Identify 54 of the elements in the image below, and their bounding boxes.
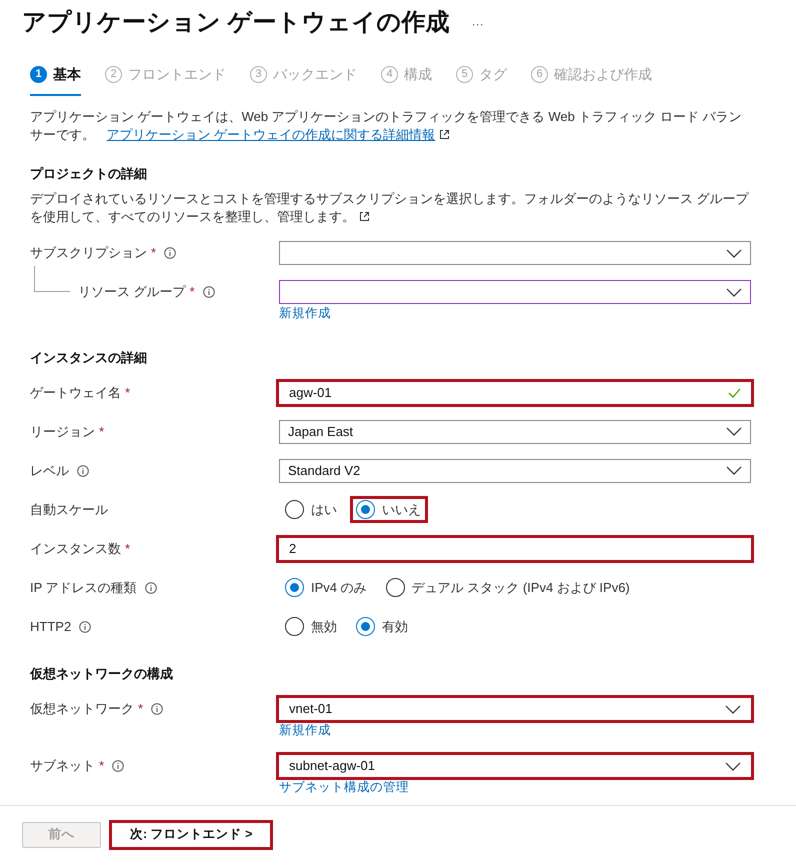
link[interactable]: 新規作成 (279, 304, 331, 322)
dropdown-field[interactable]: Japan East (279, 420, 751, 444)
external-link-icon (439, 129, 450, 140)
dropdown-field[interactable]: Standard V2 (279, 458, 751, 482)
required-asterisk: * (138, 700, 144, 718)
chevron-down-icon (725, 762, 741, 770)
radio-option[interactable]: いいえ (350, 496, 428, 524)
required-asterisk: * (99, 422, 104, 441)
field-label: 仮想ネットワーク (30, 700, 134, 718)
wizard-step-tab[interactable]: 1 基本 (30, 64, 81, 96)
field-label: ゲートウェイ名 (30, 384, 121, 402)
field-label: リージョン (30, 422, 95, 441)
page-title: アプリケーション ゲートウェイの作成 (22, 8, 450, 38)
chevron-down-icon (725, 704, 741, 714)
field-label: HTTP2 (30, 618, 72, 636)
field-label: IP アドレスの種類 (30, 578, 137, 597)
radio-option[interactable]: 無効 (279, 612, 344, 640)
section-description: デプロイされているリソースとコストを管理するサブスクリプションを選択します。フォルダーのようなリソース グループを使用して、すべてのリソースを整理し、管理します。 (30, 190, 750, 226)
required-asterisk: * (125, 540, 130, 558)
dropdown-field[interactable]: vnet-01 (276, 695, 754, 723)
tree-connector-line (34, 266, 70, 292)
required-asterisk: * (99, 757, 104, 776)
next-button[interactable]: 次: フロントエンド > (109, 820, 274, 850)
section-heading: プロジェクトの詳細 (30, 165, 148, 183)
external-link-icon (359, 210, 370, 222)
field-label: インスタンス数 (30, 540, 121, 558)
required-asterisk: * (151, 244, 156, 262)
section-heading: インスタンスの詳細 (30, 348, 148, 366)
dropdown-field[interactable] (279, 241, 751, 265)
link[interactable]: 新規作成 (279, 721, 331, 739)
dropdown-field[interactable]: subnet-agw-01 (276, 752, 754, 780)
field-label: リソース グループ (78, 283, 186, 302)
field-label: 自動スケール (30, 500, 108, 519)
learn-more-link[interactable]: アプリケーション ゲートウェイの作成に関する詳細情報 (106, 127, 436, 142)
radio-option[interactable]: IPv4 のみ (279, 574, 374, 602)
section-heading: 仮想ネットワークの構成 (30, 665, 174, 683)
input-field[interactable]: 2 (276, 534, 754, 562)
chevron-down-icon (726, 466, 742, 475)
radio-option[interactable]: はい (279, 496, 344, 524)
required-asterisk: * (190, 283, 195, 302)
chevron-down-icon (726, 288, 742, 296)
chevron-down-icon (726, 248, 742, 258)
radio-option[interactable]: 有効 (350, 612, 415, 640)
required-asterisk: * (125, 384, 130, 402)
field-label: レベル (30, 462, 69, 480)
dropdown-field[interactable] (279, 280, 751, 304)
field-label: サブスクリプション (30, 244, 147, 262)
chevron-down-icon (726, 427, 742, 436)
intro-text: アプリケーション ゲートウェイは、Web アプリケーションのトラフィックを管理できる Web トラフィック ロード バランサーです。 アプリケーション ゲートウェイの作成に関する詳細情報 (30, 108, 743, 144)
link[interactable]: サブネット構成の管理 (279, 778, 409, 796)
more-options-button[interactable]: ··· (472, 15, 484, 33)
field-label: サブネット (30, 757, 95, 776)
input-field[interactable]: agw-01 (276, 378, 754, 406)
radio-option[interactable]: デュアル スタック (IPv4 および IPv6) (380, 574, 637, 602)
